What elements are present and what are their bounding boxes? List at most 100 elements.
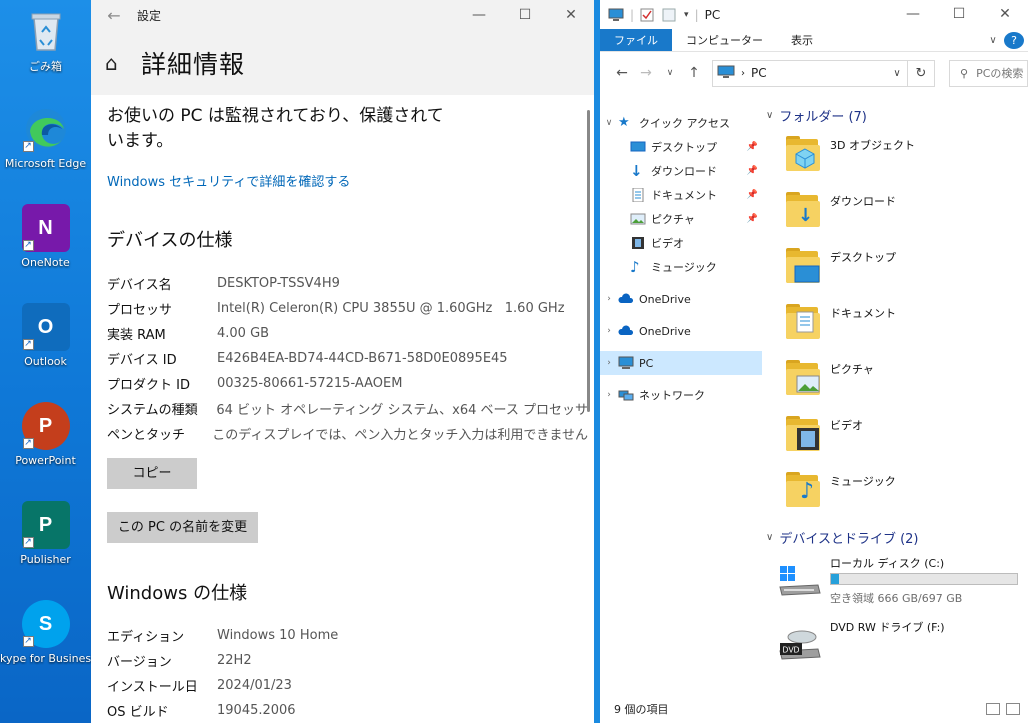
spec-row: エディション Windows 10 Home — [107, 623, 588, 648]
new-folder-icon[interactable] — [662, 8, 678, 22]
spec-value: このディスプレイでは、ペン入力とタッチ入力は利用できません — [212, 428, 588, 443]
address-bar[interactable]: › PC ∨ — [712, 59, 908, 87]
collapse-icon[interactable]: ∨ — [766, 110, 773, 121]
recent-dropdown-icon[interactable]: ∨ — [658, 68, 682, 78]
nav-item-videos[interactable]: ビデオ — [600, 231, 762, 255]
drive-free-space: 空き領域 666 GB/697 GB — [830, 592, 963, 605]
protection-status-text: お使いの PC は監視されており、保護されています。 — [107, 106, 444, 151]
folder-item[interactable]: ♪ ミュージック — [762, 465, 1028, 521]
spec-row: OS ビルド 19045.2006 — [107, 698, 588, 723]
desktop-icon-outlook[interactable]: O ↗ Outlook — [0, 303, 91, 368]
expand-icon[interactable]: › — [600, 326, 618, 336]
desktop-icon-onenote[interactable]: N ↗ OneNote — [0, 204, 91, 269]
spec-key: システムの種類 — [107, 403, 198, 418]
network-icon — [618, 388, 634, 402]
expand-icon[interactable]: › — [600, 358, 618, 368]
spec-row: 実装 RAM 4.00 GB — [107, 321, 588, 346]
nav-item-pictures[interactable]: ピクチャ 📌 — [600, 207, 762, 231]
maximize-button[interactable]: ☐ — [502, 0, 548, 31]
folder-item[interactable]: ビデオ — [762, 409, 1028, 465]
recycle-bin-icon — [22, 6, 70, 54]
folder-item[interactable]: ↓ ダウンロード — [762, 185, 1028, 241]
up-arrow-icon[interactable]: ↑ — [682, 65, 706, 81]
search-input[interactable]: ⚲ PCの検索 — [949, 59, 1028, 87]
nav-item-label: OneDrive — [639, 292, 691, 306]
security-details-link[interactable]: Windows セキュリティで詳細を確認する — [107, 171, 588, 190]
expand-icon[interactable]: ∨ — [600, 118, 618, 128]
minimize-button[interactable]: — — [890, 0, 936, 29]
folder-name: ミュージック — [830, 475, 896, 488]
nav-item-desktop[interactable]: デスクトップ 📌 — [600, 135, 762, 159]
details-view-icon[interactable] — [986, 703, 1000, 715]
local-disk-icon — [778, 565, 822, 597]
pin-icon[interactable]: 📌 — [747, 190, 758, 200]
folder-item[interactable]: デスクトップ — [762, 241, 1028, 297]
pin-icon[interactable]: 📌 — [747, 142, 758, 152]
help-icon[interactable]: ? — [1004, 32, 1024, 49]
nav-item-documents[interactable]: ドキュメント 📌 — [600, 183, 762, 207]
download-icon: ↓ — [630, 162, 643, 180]
tab-view[interactable]: 表示 — [777, 29, 827, 51]
drives-group-header[interactable]: ∨ デバイスとドライブ (2) — [762, 523, 1028, 551]
minimize-button[interactable]: — — [456, 0, 502, 31]
nav-item-downloads[interactable]: ↓ ダウンロード 📌 — [600, 159, 762, 183]
home-icon[interactable]: ⌂ — [105, 51, 131, 75]
desktop-icon-edge[interactable]: ↗ Microsoft Edge — [0, 105, 91, 170]
spec-row: インストール日 2024/01/23 — [107, 673, 588, 698]
close-button[interactable]: ✕ — [548, 0, 594, 31]
address-dropdown-icon[interactable]: ∨ — [887, 68, 907, 79]
breadcrumb[interactable]: PC — [751, 66, 767, 80]
collapse-icon[interactable]: ∨ — [766, 532, 773, 543]
folder-item[interactable]: ドキュメント — [762, 297, 1028, 353]
pin-icon[interactable]: 📌 — [747, 166, 758, 176]
refresh-icon[interactable]: ↻ — [908, 59, 935, 87]
spec-value: Windows 10 Home — [217, 628, 339, 643]
nav-item-onedrive[interactable]: › OneDrive — [600, 319, 762, 343]
expand-icon[interactable]: › — [600, 390, 618, 400]
expand-icon[interactable]: › — [600, 294, 618, 304]
desktop-icon-skype[interactable]: S ↗ kype for Business — [0, 600, 91, 665]
folders-group-header[interactable]: ∨ フォルダー (7) — [762, 101, 1028, 129]
ribbon-expand-icon[interactable]: ∨ — [982, 29, 1004, 51]
desktop-icon-powerpoint[interactable]: P ↗ PowerPoint — [0, 402, 91, 467]
tab-computer[interactable]: コンピューター — [672, 29, 777, 51]
pin-icon[interactable]: 📌 — [747, 214, 758, 224]
settings-scrollbar[interactable] — [587, 110, 590, 412]
nav-item-onedrive[interactable]: › OneDrive — [600, 287, 762, 311]
nav-item-quick-access[interactable]: ∨ ★ クイック アクセス — [600, 111, 762, 135]
desktop-icon-label: ごみ箱 — [29, 60, 62, 73]
nav-item-pc[interactable]: › PC — [600, 351, 762, 375]
spec-row: デバイス名 DESKTOP-TSSV4H9 — [107, 271, 588, 296]
drive-item-c[interactable]: ローカル ディスク (C:) 空き領域 666 GB/697 GB — [762, 551, 1028, 615]
quick-access-dropdown-icon[interactable]: ▾ — [684, 10, 689, 20]
maximize-button[interactable]: ☐ — [936, 0, 982, 29]
folder-item[interactable]: ピクチャ — [762, 353, 1028, 409]
large-icons-view-icon[interactable] — [1006, 703, 1020, 715]
nav-item-music[interactable]: ♪ ミュージック — [600, 255, 762, 279]
nav-item-network[interactable]: › ネットワーク — [600, 383, 762, 407]
spec-key: デバイス名 — [107, 278, 172, 293]
folder-item[interactable]: 3D オブジェクト — [762, 129, 1028, 185]
spec-key: プロダクト ID — [107, 378, 190, 393]
back-arrow-icon[interactable]: ← — [91, 6, 137, 25]
documents-folder-icon — [784, 303, 822, 343]
spec-row: プロダクト ID 00325-80661-57215-AAOEM — [107, 371, 588, 396]
folder-name: ビデオ — [830, 419, 863, 432]
drive-item-f[interactable]: DVD DVD RW ドライブ (F:) — [762, 615, 1028, 679]
close-button[interactable]: ✕ — [982, 0, 1028, 29]
rename-pc-button[interactable]: この PC の名前を変更 — [107, 512, 258, 543]
forward-arrow-icon[interactable]: → — [634, 65, 658, 81]
desktop-icon-recycle-bin[interactable]: ごみ箱 — [0, 6, 91, 74]
desktop-icon-publisher[interactable]: P ↗ Publisher — [0, 501, 91, 566]
group-title: デバイスとドライブ (2) — [779, 531, 919, 547]
desktop-icon-label: kype for Business — [0, 652, 91, 665]
back-arrow-icon[interactable]: ← — [610, 65, 634, 81]
properties-icon[interactable] — [640, 8, 656, 22]
spec-value: Intel(R) Celeron(R) CPU 3855U @ 1.60GHz … — [217, 301, 565, 316]
spec-value: DESKTOP-TSSV4H9 — [217, 276, 340, 291]
spec-row: プロセッサ Intel(R) Celeron(R) CPU 3855U @ 1.6… — [107, 296, 588, 321]
tab-file[interactable]: ファイル — [600, 29, 672, 51]
cloud-icon — [618, 292, 634, 306]
spec-value: 64 ビット オペレーティング システム、x64 ベース プロセッサ — [216, 403, 588, 418]
copy-button[interactable]: コピー — [107, 458, 197, 489]
